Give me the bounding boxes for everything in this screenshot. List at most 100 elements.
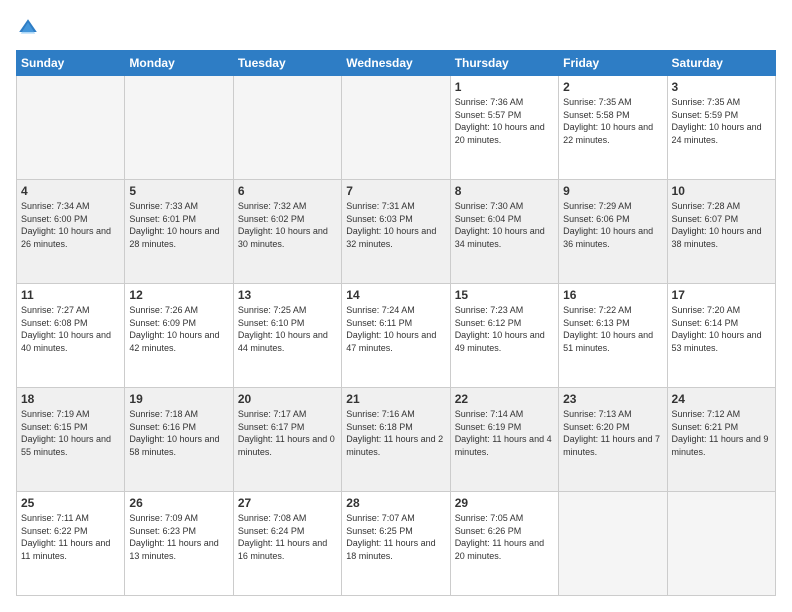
day-info: Sunrise: 7:22 AM Sunset: 6:13 PM Dayligh… xyxy=(563,304,662,354)
calendar-cell xyxy=(559,492,667,596)
day-info: Sunrise: 7:14 AM Sunset: 6:19 PM Dayligh… xyxy=(455,408,554,458)
day-info: Sunrise: 7:34 AM Sunset: 6:00 PM Dayligh… xyxy=(21,200,120,250)
calendar-cell: 8 Sunrise: 7:30 AM Sunset: 6:04 PM Daylig… xyxy=(450,180,558,284)
day-info: Sunrise: 7:05 AM Sunset: 6:26 PM Dayligh… xyxy=(455,512,554,562)
calendar-cell xyxy=(125,76,233,180)
calendar-cell: 24 Sunrise: 7:12 AM Sunset: 6:21 PM Dayli… xyxy=(667,388,775,492)
day-info: Sunrise: 7:28 AM Sunset: 6:07 PM Dayligh… xyxy=(672,200,771,250)
calendar-cell: 7 Sunrise: 7:31 AM Sunset: 6:03 PM Daylig… xyxy=(342,180,450,284)
calendar-table: SundayMondayTuesdayWednesdayThursdayFrid… xyxy=(16,50,776,596)
day-info: Sunrise: 7:23 AM Sunset: 6:12 PM Dayligh… xyxy=(455,304,554,354)
day-number: 7 xyxy=(346,184,445,198)
day-number: 23 xyxy=(563,392,662,406)
day-number: 10 xyxy=(672,184,771,198)
week-row-3: 11 Sunrise: 7:27 AM Sunset: 6:08 PM Dayli… xyxy=(17,284,776,388)
calendar-cell: 22 Sunrise: 7:14 AM Sunset: 6:19 PM Dayli… xyxy=(450,388,558,492)
day-info: Sunrise: 7:36 AM Sunset: 5:57 PM Dayligh… xyxy=(455,96,554,146)
calendar-cell: 20Sunrise: 7:17 AM Sunset: 6:17 PM Dayli… xyxy=(233,388,341,492)
day-info: Sunrise: 7:11 AM Sunset: 6:22 PM Dayligh… xyxy=(21,512,120,562)
day-header-tuesday: Tuesday xyxy=(233,51,341,76)
day-number: 26 xyxy=(129,496,228,510)
day-info: Sunrise: 7:31 AM Sunset: 6:03 PM Dayligh… xyxy=(346,200,445,250)
day-number: 9 xyxy=(563,184,662,198)
week-row-1: 1 Sunrise: 7:36 AM Sunset: 5:57 PM Daylig… xyxy=(17,76,776,180)
calendar-cell: 5Sunrise: 7:33 AM Sunset: 6:01 PM Daylig… xyxy=(125,180,233,284)
calendar-cell: 12 Sunrise: 7:26 AM Sunset: 6:09 PM Dayli… xyxy=(125,284,233,388)
day-info: Sunrise: 7:07 AM Sunset: 6:25 PM Dayligh… xyxy=(346,512,445,562)
calendar-cell: 23 Sunrise: 7:13 AM Sunset: 6:20 PM Dayli… xyxy=(559,388,667,492)
day-info: Sunrise: 7:09 AM Sunset: 6:23 PM Dayligh… xyxy=(129,512,228,562)
day-number: 24 xyxy=(672,392,771,406)
day-info: Sunrise: 7:29 AM Sunset: 6:06 PM Dayligh… xyxy=(563,200,662,250)
calendar-cell: 1 Sunrise: 7:36 AM Sunset: 5:57 PM Daylig… xyxy=(450,76,558,180)
calendar-cell: 14 Sunrise: 7:24 AM Sunset: 6:11 PM Dayli… xyxy=(342,284,450,388)
day-number: 14 xyxy=(346,288,445,302)
day-number: 1 xyxy=(455,80,554,94)
calendar-cell xyxy=(667,492,775,596)
day-info: Sunrise: 7:27 AM Sunset: 6:08 PM Dayligh… xyxy=(21,304,120,354)
day-info: Sunrise: 7:32 AM Sunset: 6:02 PM Dayligh… xyxy=(238,200,337,250)
calendar-cell: 13 Sunrise: 7:25 AM Sunset: 6:10 PM Dayli… xyxy=(233,284,341,388)
calendar-cell: 18 Sunrise: 7:19 AM Sunset: 6:15 PM Dayli… xyxy=(17,388,125,492)
day-number: 28 xyxy=(346,496,445,510)
day-info: Sunrise: 7:35 AM Sunset: 5:59 PM Dayligh… xyxy=(672,96,771,146)
day-info: Sunrise: 7:13 AM Sunset: 6:20 PM Dayligh… xyxy=(563,408,662,458)
calendar-cell: 25Sunrise: 7:11 AM Sunset: 6:22 PM Dayli… xyxy=(17,492,125,596)
day-number: 22 xyxy=(455,392,554,406)
calendar-cell: 4 Sunrise: 7:34 AM Sunset: 6:00 PM Daylig… xyxy=(17,180,125,284)
calendar-cell: 26 Sunrise: 7:09 AM Sunset: 6:23 PM Dayli… xyxy=(125,492,233,596)
day-header-saturday: Saturday xyxy=(667,51,775,76)
day-number: 6 xyxy=(238,184,337,198)
day-number: 13 xyxy=(238,288,337,302)
day-number: 3 xyxy=(672,80,771,94)
calendar-cell: 11 Sunrise: 7:27 AM Sunset: 6:08 PM Dayli… xyxy=(17,284,125,388)
calendar-cell xyxy=(233,76,341,180)
day-info: Sunrise: 7:20 AM Sunset: 6:14 PM Dayligh… xyxy=(672,304,771,354)
day-info: Sunrise: 7:30 AM Sunset: 6:04 PM Dayligh… xyxy=(455,200,554,250)
calendar-cell xyxy=(342,76,450,180)
day-number: 27 xyxy=(238,496,337,510)
day-number: 16 xyxy=(563,288,662,302)
day-number: 8 xyxy=(455,184,554,198)
calendar-cell: 16 Sunrise: 7:22 AM Sunset: 6:13 PM Dayli… xyxy=(559,284,667,388)
header xyxy=(16,16,776,40)
day-number: 18 xyxy=(21,392,120,406)
day-header-monday: Monday xyxy=(125,51,233,76)
day-info: Sunrise: 7:12 AM Sunset: 6:21 PM Dayligh… xyxy=(672,408,771,458)
calendar-cell: 9 Sunrise: 7:29 AM Sunset: 6:06 PM Daylig… xyxy=(559,180,667,284)
calendar-cell: 17 Sunrise: 7:20 AM Sunset: 6:14 PM Dayli… xyxy=(667,284,775,388)
day-info: Sunrise: 7:08 AM Sunset: 6:24 PM Dayligh… xyxy=(238,512,337,562)
day-number: 2 xyxy=(563,80,662,94)
day-number: 29 xyxy=(455,496,554,510)
day-number: 17 xyxy=(672,288,771,302)
day-number: 4 xyxy=(21,184,120,198)
calendar-cell: 2Sunrise: 7:35 AM Sunset: 5:58 PM Daylig… xyxy=(559,76,667,180)
calendar-cell: 6 Sunrise: 7:32 AM Sunset: 6:02 PM Daylig… xyxy=(233,180,341,284)
day-number: 11 xyxy=(21,288,120,302)
day-number: 12 xyxy=(129,288,228,302)
calendar-cell xyxy=(17,76,125,180)
calendar-cell: 3 Sunrise: 7:35 AM Sunset: 5:59 PM Daylig… xyxy=(667,76,775,180)
day-number: 21 xyxy=(346,392,445,406)
week-row-4: 18 Sunrise: 7:19 AM Sunset: 6:15 PM Dayli… xyxy=(17,388,776,492)
day-header-wednesday: Wednesday xyxy=(342,51,450,76)
day-header-friday: Friday xyxy=(559,51,667,76)
calendar-cell: 28 Sunrise: 7:07 AM Sunset: 6:25 PM Dayli… xyxy=(342,492,450,596)
calendar-page: SundayMondayTuesdayWednesdayThursdayFrid… xyxy=(0,0,792,612)
day-info: Sunrise: 7:24 AM Sunset: 6:11 PM Dayligh… xyxy=(346,304,445,354)
calendar-cell: 10 Sunrise: 7:28 AM Sunset: 6:07 PM Dayli… xyxy=(667,180,775,284)
week-row-5: 25Sunrise: 7:11 AM Sunset: 6:22 PM Dayli… xyxy=(17,492,776,596)
day-number: 19 xyxy=(129,392,228,406)
day-info: Sunrise: 7:19 AM Sunset: 6:15 PM Dayligh… xyxy=(21,408,120,458)
logo-icon xyxy=(16,16,40,40)
day-info: Sunrise: 7:25 AM Sunset: 6:10 PM Dayligh… xyxy=(238,304,337,354)
day-number: 15 xyxy=(455,288,554,302)
day-header-sunday: Sunday xyxy=(17,51,125,76)
day-info: Sunrise: 7:18 AM Sunset: 6:16 PM Dayligh… xyxy=(129,408,228,458)
day-number: 5 xyxy=(129,184,228,198)
day-info: Sunrise: 7:26 AM Sunset: 6:09 PM Dayligh… xyxy=(129,304,228,354)
calendar-header-row: SundayMondayTuesdayWednesdayThursdayFrid… xyxy=(17,51,776,76)
day-info: Sunrise: 7:16 AM Sunset: 6:18 PM Dayligh… xyxy=(346,408,445,458)
calendar-cell: 29 Sunrise: 7:05 AM Sunset: 6:26 PM Dayli… xyxy=(450,492,558,596)
calendar-cell: 21 Sunrise: 7:16 AM Sunset: 6:18 PM Dayli… xyxy=(342,388,450,492)
